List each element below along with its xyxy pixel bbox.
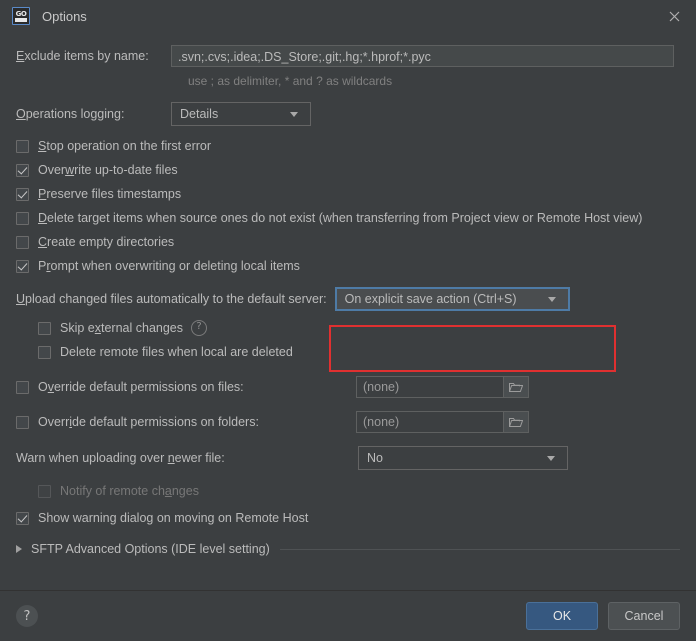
show-warning-dialog-on-moving-label: Show warning dialog on moving on Remote … [38,511,309,525]
sftp-advanced-options-section[interactable]: SFTP Advanced Options (IDE level setting… [16,542,680,556]
overwrite-up-to-date-files-checkbox[interactable] [16,163,29,177]
prompt-when-overwriting-checkbox[interactable] [16,259,29,273]
window-titlebar: GO Options [0,0,696,32]
override-folders-label: Override default permissions on folders: [38,415,259,429]
override-folders-checkbox-wrap[interactable]: Override default permissions on folders: [16,410,356,434]
close-icon[interactable] [652,0,696,32]
override-folders-row: Override default permissions on folders:… [16,409,680,435]
question-circle-icon[interactable]: ? [191,320,208,336]
operations-logging-label: Operations logging: [16,107,125,121]
preserve-files-timestamps-row[interactable]: Preserve files timestamps [16,182,680,206]
options-form: Exclude items by name: .svn;.cvs;.idea;.… [0,44,696,602]
notify-of-remote-changes-checkbox[interactable] [38,484,51,498]
delete-target-items-row[interactable]: Delete target items when source ones do … [16,206,680,230]
help-button[interactable]: ? [16,605,38,627]
upload-changed-files-label: Upload changed files automatically to th… [16,292,327,306]
prompt-when-overwriting-row[interactable]: Prompt when overwriting or deleting loca… [16,254,680,278]
stop-operation-on-first-error-label: Stop operation on the first error [38,139,212,153]
create-empty-directories-checkbox[interactable] [16,235,29,249]
override-files-checkbox-wrap[interactable]: Override default permissions on files: [16,375,356,399]
skip-external-changes-label: Skip external changes [60,321,184,335]
override-files-label: Override default permissions on files: [38,380,244,394]
skip-external-changes-checkbox[interactable] [38,321,51,335]
operations-logging-row: Operations logging: Details [16,102,680,126]
section-divider [279,548,680,550]
delete-remote-files-when-local-deleted-label: Delete remote files when local are delet… [60,345,293,359]
notify-of-remote-changes-label: Notify of remote changes [60,484,199,498]
overwrite-up-to-date-files-row[interactable]: Overwrite up-to-date files [16,158,680,182]
override-files-row: Override default permissions on files: (… [16,374,680,400]
warn-newer-label: Warn when uploading over newer file: [16,451,225,465]
stop-operation-on-first-error-row[interactable]: Stop operation on the first error [16,134,680,158]
delete-target-items-label: Delete target items when source ones do … [38,211,643,225]
show-warning-dialog-row[interactable]: Show warning dialog on moving on Remote … [16,506,680,530]
ok-button[interactable]: OK [526,602,598,630]
chevron-down-icon [547,455,555,461]
window-title: Options [42,8,87,24]
operations-logging-value: Details [180,107,219,121]
delete-remote-files-when-local-deleted-row[interactable]: Delete remote files when local are delet… [38,340,680,364]
options-checkbox-list: Stop operation on the first error Overwri… [16,134,680,278]
override-files-value: (none) [363,380,400,394]
warn-newer-combo[interactable]: No [358,446,568,470]
preserve-files-timestamps-label: Preserve files timestamps [38,187,182,201]
chevron-down-icon [547,296,556,302]
show-warning-dialog-on-moving-checkbox[interactable] [16,511,29,525]
overwrite-up-to-date-files-label: Overwrite up-to-date files [38,163,178,177]
goland-icon: GO [12,7,30,25]
create-empty-directories-label: Create empty directories [38,235,175,249]
override-files-checkbox[interactable] [16,380,29,394]
folder-icon[interactable] [503,412,528,432]
folder-icon[interactable] [503,377,528,397]
create-empty-directories-row[interactable]: Create empty directories [16,230,680,254]
operations-logging-combo[interactable]: Details [171,102,311,126]
warn-newer-value: No [367,451,383,465]
override-files-chooser[interactable]: (none) [356,376,529,398]
skip-external-changes-row[interactable]: Skip external changes? [38,316,680,340]
notify-remote-changes-row[interactable]: Notify of remote changes [38,479,680,503]
upload-changed-files-row: Upload changed files automatically to th… [16,286,680,312]
preserve-files-timestamps-checkbox[interactable] [16,187,29,201]
upload-combo-value: On explicit save action (Ctrl+S) [344,292,517,306]
delete-target-items-checkbox[interactable] [16,211,29,225]
chevron-right-icon [16,545,22,553]
delete-remote-files-when-local-deleted-checkbox[interactable] [38,345,51,359]
upload-combo[interactable]: On explicit save action (Ctrl+S) [334,287,570,311]
exclude-items-label: Exclude items by name: [16,49,149,63]
exclude-items-input[interactable]: .svn;.cvs;.idea;.DS_Store;.git;.hg;*.hpr… [171,45,674,67]
override-folders-value: (none) [363,415,400,429]
dialog-footer: ? OK Cancel [0,590,696,641]
cancel-button[interactable]: Cancel [608,602,680,630]
exclude-hint-row: use ; as delimiter, * and ? as wildcards [16,71,680,91]
exclude-items-hint: use ; as delimiter, * and ? as wildcards [188,74,393,88]
override-folders-checkbox[interactable] [16,415,29,429]
upload-sub-options: Skip external changes? Delete remote file… [38,316,680,364]
override-folders-chooser[interactable]: (none) [356,411,529,433]
sftp-advanced-options-label: SFTP Advanced Options (IDE level setting… [31,542,270,556]
prompt-when-overwriting-label: Prompt when overwriting or deleting loca… [38,259,300,273]
stop-operation-on-first-error-checkbox[interactable] [16,139,29,153]
exclude-items-row: Exclude items by name: .svn;.cvs;.idea;.… [16,44,680,68]
warn-newer-row: Warn when uploading over newer file: No [16,445,680,471]
chevron-down-icon [290,111,298,117]
